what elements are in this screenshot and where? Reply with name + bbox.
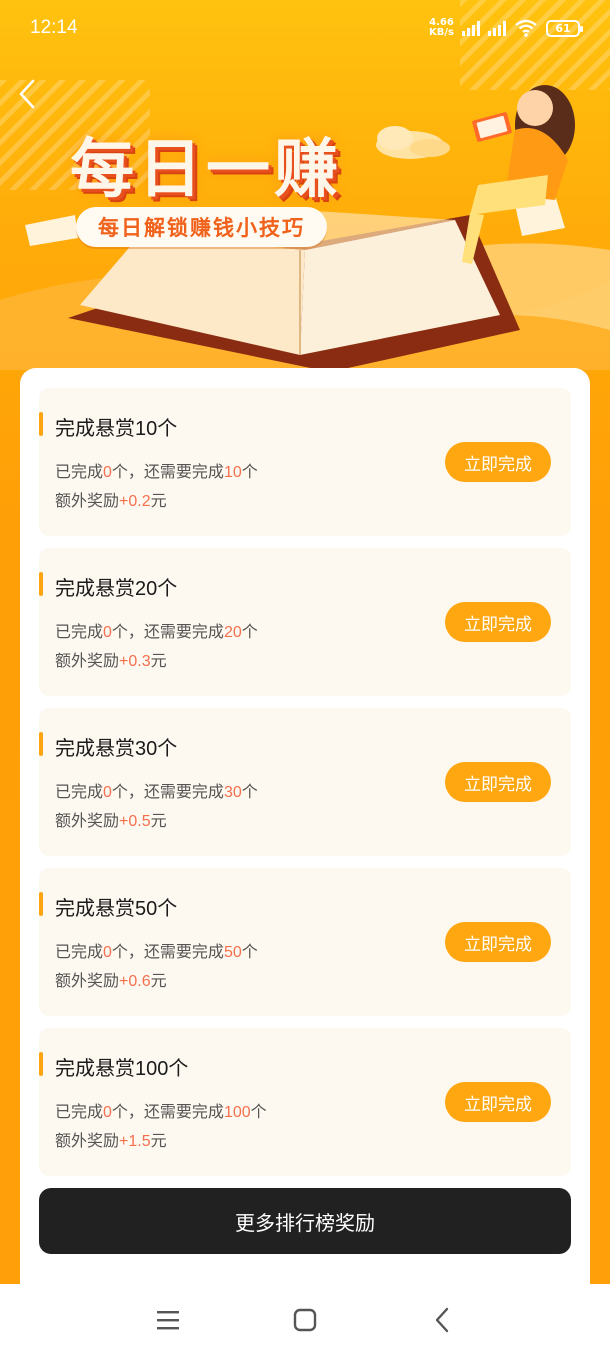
- task-need-count: 100: [223, 1104, 251, 1121]
- complete-now-button[interactable]: 立即完成: [445, 762, 551, 802]
- complete-now-button[interactable]: 立即完成: [445, 922, 551, 962]
- task-title: 完成悬赏10个: [55, 418, 178, 440]
- app-screen: 12:14 4.66 KB/s 61 每日一赚 每日解锁赚钱小技巧 完成悬赏10…: [0, 0, 610, 1284]
- task-progress-mid: 个，还需要完成: [111, 464, 224, 481]
- task-item: 完成悬赏100个 已完成0个，还需要完成100个 额外奖励+1.5元 立即完成: [39, 1028, 571, 1176]
- task-progress: 已完成0个，还需要完成30个: [55, 778, 258, 802]
- back-triangle-icon: [435, 1307, 448, 1333]
- task-reward-suffix: 元: [150, 1133, 167, 1150]
- task-need-count: 20: [223, 624, 242, 641]
- nav-home-button[interactable]: [285, 1300, 325, 1340]
- task-progress: 已完成0个，还需要完成100个: [55, 1098, 267, 1122]
- task-progress-suffix: 个: [241, 624, 258, 641]
- task-done-count: 0: [103, 784, 112, 801]
- task-accent-bar: [39, 572, 43, 596]
- task-reward: 额外奖励+0.3元: [55, 647, 167, 671]
- task-progress-suffix: 个: [241, 944, 258, 961]
- task-accent-bar: [39, 732, 43, 756]
- more-leaderboard-rewards-button[interactable]: 更多排行榜奖励: [39, 1188, 571, 1254]
- task-progress-suffix: 个: [250, 1104, 267, 1121]
- task-reward: 额外奖励+0.2元: [55, 487, 167, 511]
- task-accent-bar: [39, 412, 43, 436]
- complete-now-button[interactable]: 立即完成: [445, 1082, 551, 1122]
- task-progress-prefix: 已完成: [55, 784, 104, 801]
- banner-subtitle: 每日解锁赚钱小技巧: [76, 207, 327, 247]
- task-progress-suffix: 个: [241, 784, 258, 801]
- task-reward-suffix: 元: [150, 493, 167, 510]
- task-reward-prefix: 额外奖励: [55, 493, 120, 510]
- nav-back-button[interactable]: [422, 1300, 462, 1340]
- task-item: 完成悬赏10个 已完成0个，还需要完成10个 额外奖励+0.2元 立即完成: [39, 388, 571, 536]
- menu-icon: [157, 1311, 180, 1330]
- nav-menu-button[interactable]: [148, 1300, 188, 1340]
- square-home-icon: [293, 1308, 317, 1332]
- task-done-count: 0: [103, 464, 112, 481]
- complete-now-button[interactable]: 立即完成: [445, 442, 551, 482]
- task-reward-prefix: 额外奖励: [55, 1133, 120, 1150]
- task-need-count: 30: [223, 784, 242, 801]
- task-progress-prefix: 已完成: [55, 944, 104, 961]
- task-title: 完成悬赏30个: [55, 738, 178, 760]
- task-reward-suffix: 元: [150, 813, 167, 830]
- task-item: 完成悬赏30个 已完成0个，还需要完成30个 额外奖励+0.5元 立即完成: [39, 708, 571, 856]
- banner-title: 每日一赚: [70, 132, 342, 207]
- task-reward-suffix: 元: [150, 973, 167, 990]
- task-progress-mid: 个，还需要完成: [111, 1104, 224, 1121]
- task-progress: 已完成0个，还需要完成50个: [55, 938, 258, 962]
- task-reward-value: +0.2: [119, 493, 151, 510]
- task-reward-value: +0.6: [119, 973, 151, 990]
- task-reward: 额外奖励+0.6元: [55, 967, 167, 991]
- task-progress-mid: 个，还需要完成: [111, 784, 224, 801]
- task-need-count: 10: [223, 464, 242, 481]
- task-reward-suffix: 元: [150, 653, 167, 670]
- task-title: 完成悬赏100个: [55, 1058, 189, 1080]
- task-need-count: 50: [223, 944, 242, 961]
- task-done-count: 0: [103, 944, 112, 961]
- task-reward-prefix: 额外奖励: [55, 813, 120, 830]
- task-item: 完成悬赏50个 已完成0个，还需要完成50个 额外奖励+0.6元 立即完成: [39, 868, 571, 1016]
- task-progress-suffix: 个: [241, 464, 258, 481]
- task-progress-mid: 个，还需要完成: [111, 624, 224, 641]
- task-progress-prefix: 已完成: [55, 464, 104, 481]
- task-reward-value: +1.5: [119, 1133, 151, 1150]
- task-title: 完成悬赏20个: [55, 578, 178, 600]
- task-progress-mid: 个，还需要完成: [111, 944, 224, 961]
- task-progress-prefix: 已完成: [55, 1104, 104, 1121]
- complete-now-button[interactable]: 立即完成: [445, 602, 551, 642]
- task-reward-prefix: 额外奖励: [55, 653, 120, 670]
- task-reward-value: +0.5: [119, 813, 151, 830]
- task-progress: 已完成0个，还需要完成20个: [55, 618, 258, 642]
- task-card: 完成悬赏10个 已完成0个，还需要完成10个 额外奖励+0.2元 立即完成 完成…: [20, 368, 590, 1284]
- task-reward: 额外奖励+0.5元: [55, 807, 167, 831]
- task-progress: 已完成0个，还需要完成10个: [55, 458, 258, 482]
- task-reward-prefix: 额外奖励: [55, 973, 120, 990]
- task-reward: 额外奖励+1.5元: [55, 1127, 167, 1151]
- task-accent-bar: [39, 1052, 43, 1076]
- task-accent-bar: [39, 892, 43, 916]
- task-done-count: 0: [103, 1104, 112, 1121]
- task-list: 完成悬赏10个 已完成0个，还需要完成10个 额外奖励+0.2元 立即完成 完成…: [39, 388, 571, 1176]
- task-reward-value: +0.3: [119, 653, 151, 670]
- system-nav-bar: [0, 1284, 610, 1356]
- task-done-count: 0: [103, 624, 112, 641]
- task-item: 完成悬赏20个 已完成0个，还需要完成20个 额外奖励+0.3元 立即完成: [39, 548, 571, 696]
- task-title: 完成悬赏50个: [55, 898, 178, 920]
- task-progress-prefix: 已完成: [55, 624, 104, 641]
